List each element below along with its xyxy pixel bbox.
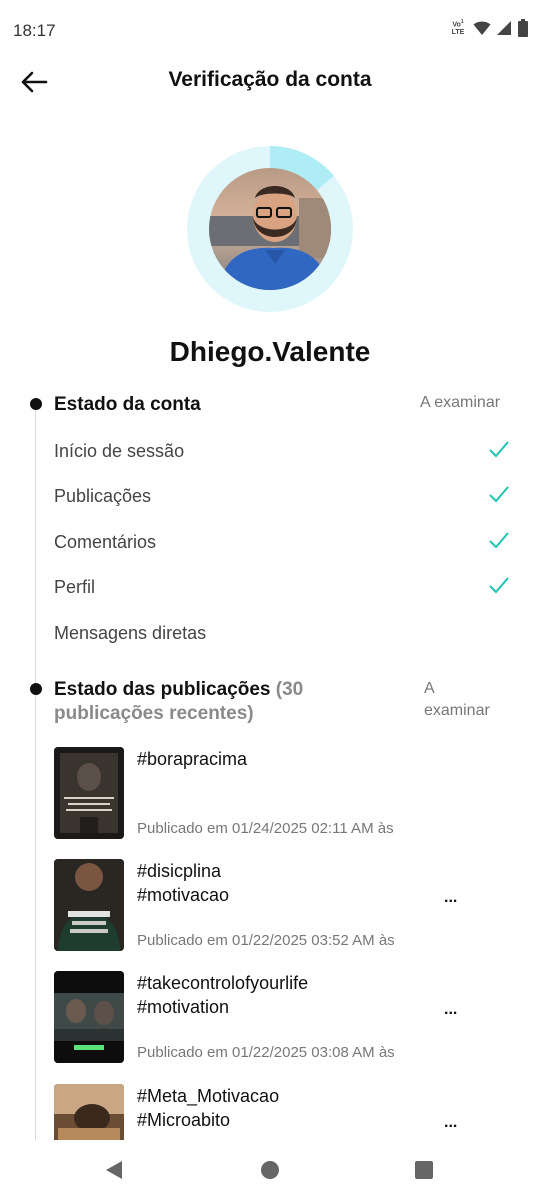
check-label: Comentários xyxy=(54,532,157,552)
post-caption: #takecontrolofyourlife #motivation xyxy=(137,971,308,1019)
nav-recents-button[interactable] xyxy=(412,1158,436,1182)
post-caption-line2: #motivacao xyxy=(137,885,230,905)
nav-home-button[interactable] xyxy=(258,1158,282,1182)
post-thumbnail xyxy=(54,747,124,839)
app-bar: Verificação da conta xyxy=(0,58,540,104)
check-row-direct-messages: Mensagens diretas xyxy=(54,618,514,648)
posts-status-value-line2: examinar xyxy=(424,702,490,719)
post-caption-line1: #takecontrolofyourlife xyxy=(137,973,309,993)
post-item[interactable]: #takecontrolofyourlife #motivation ... P… xyxy=(54,971,494,1063)
avatar-ring xyxy=(187,145,353,312)
nav-back-button[interactable] xyxy=(102,1158,126,1182)
page-title: Verificação da conta xyxy=(168,68,372,91)
posts-status-title: Estado das publicações (30 publicações r… xyxy=(54,678,354,726)
status-time: 18:17 xyxy=(13,21,56,40)
volte-icon: Vo1 LTE xyxy=(451,19,465,37)
post-caption-line2: #Microabito xyxy=(137,1110,231,1130)
post-item[interactable]: #disicplina #motivacao ... Publicado em … xyxy=(54,859,494,951)
status-icons: Vo1 LTE xyxy=(449,18,528,37)
timeline-bullet xyxy=(30,683,42,695)
check-row-profile: Perfil xyxy=(54,572,514,602)
posts-status-value: A examinar xyxy=(424,678,490,722)
more-indicator: ... xyxy=(444,1114,458,1131)
post-item[interactable]: #Meta_Motivacao #Microabito ... xyxy=(54,1084,494,1140)
post-caption-line2: #motivation xyxy=(137,997,230,1017)
wifi-icon xyxy=(473,21,491,35)
back-triangle-icon xyxy=(106,1161,122,1179)
more-indicator: ... xyxy=(444,1001,458,1018)
post-caption: #disicplina #motivacao xyxy=(137,859,229,907)
timeline-bullet xyxy=(30,398,42,410)
post-item[interactable]: #borapracima Publicado em 01/24/2025 02:… xyxy=(54,747,494,839)
check-label: Início de sessão xyxy=(54,441,185,461)
status-bar: 18:17 Vo1 LTE xyxy=(0,0,540,60)
username: Dhiego.Valente xyxy=(169,336,371,367)
timeline-line xyxy=(35,404,36,1140)
check-label: Publicações xyxy=(54,486,152,506)
posts-status-title-text: Estado das publicações xyxy=(54,679,271,700)
post-caption: #borapracima xyxy=(137,747,247,771)
post-date: Publicado em 01/22/2025 03:08 AM às xyxy=(137,1044,395,1061)
post-caption-line1: #Meta_Motivacao xyxy=(137,1086,280,1106)
check-row-login: Início de sessão xyxy=(54,436,514,466)
check-row-posts: Publicações xyxy=(54,481,514,511)
post-caption-line1: #disicplina xyxy=(137,861,222,881)
check-icon xyxy=(489,486,509,503)
home-circle-icon xyxy=(261,1161,279,1179)
more-indicator: ... xyxy=(444,889,458,906)
post-date: Publicado em 01/22/2025 03:52 AM às xyxy=(137,932,395,949)
recents-square-icon xyxy=(415,1161,433,1179)
posts-status-value-line1: A xyxy=(424,680,435,697)
check-row-comments: Comentários xyxy=(54,527,514,557)
post-caption: #Meta_Motivacao #Microabito xyxy=(137,1084,279,1132)
account-status-value: A examinar xyxy=(420,394,501,411)
post-thumbnail xyxy=(54,859,124,951)
check-icon xyxy=(489,532,509,549)
check-label: Mensagens diretas xyxy=(54,623,207,643)
battery-icon xyxy=(518,18,528,37)
post-thumbnail xyxy=(54,971,124,1063)
avatar xyxy=(209,168,331,290)
post-caption-line1: #borapracima xyxy=(137,749,248,769)
post-date: Publicado em 01/24/2025 02:11 AM às xyxy=(137,820,394,837)
account-status-title: Estado da conta xyxy=(54,394,201,415)
post-thumbnail xyxy=(54,1084,124,1140)
check-icon xyxy=(489,441,509,458)
check-label: Perfil xyxy=(54,577,96,597)
check-icon xyxy=(489,577,509,594)
signal-icon xyxy=(497,20,511,35)
system-nav-bar xyxy=(0,1140,540,1200)
